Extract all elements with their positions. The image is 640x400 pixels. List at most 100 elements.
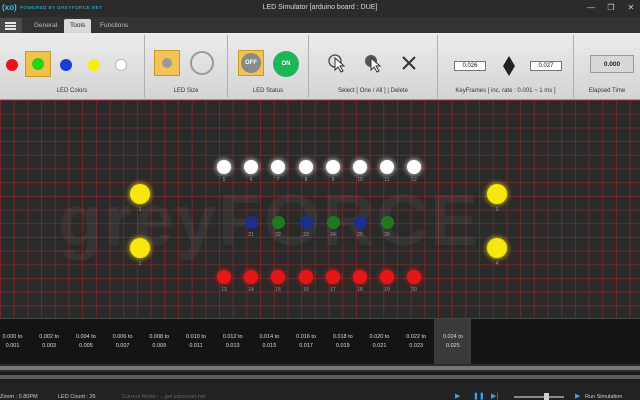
keyframe-end-field[interactable]: 0.027 (530, 61, 562, 71)
keyframe-cell[interactable]: 0.008 to 0.009 (141, 319, 178, 365)
led-5[interactable] (217, 160, 231, 174)
led-13[interactable] (217, 270, 231, 284)
led-4[interactable] (487, 238, 507, 258)
keyframe-start: 0.010 to (186, 334, 206, 340)
led-10[interactable] (353, 160, 367, 174)
led-17[interactable] (326, 270, 340, 284)
keyframe-cell[interactable]: 0.016 to 0.017 (288, 319, 325, 365)
led-15[interactable] (271, 270, 285, 284)
keyframe-end: 0.019 (335, 343, 350, 349)
horizontal-scrollbar[interactable] (0, 372, 640, 382)
run-simulation-button[interactable]: Run Simulation (585, 394, 622, 400)
led-label: 10 (357, 177, 363, 183)
keyframe-cell[interactable]: 0.004 to 0.005 (67, 319, 104, 365)
keyframe-start: 0.002 to (39, 334, 60, 340)
led-label: 21 (248, 231, 254, 238)
menu-icon[interactable] (0, 18, 22, 33)
tab-functions[interactable]: Functions (94, 19, 134, 33)
led-on-button[interactable]: ON (273, 51, 299, 77)
led-simulator-window: (xo) POWERED BY GREYFORCE.NET LED Simula… (0, 0, 640, 400)
title-bar: (xo) POWERED BY GREYFORCE.NET LED Simula… (0, 0, 640, 17)
keyframe-cell[interactable]: 0.022 to 0.023 (398, 319, 435, 365)
led-12[interactable] (407, 160, 421, 174)
keyframe-start-field[interactable]: 0.026 (454, 61, 486, 71)
keyframe-start: 0.004 to (75, 334, 96, 340)
keyframe-cell[interactable]: 0.000 to 0.001 (0, 319, 31, 365)
led-label: 16 (303, 287, 309, 293)
led-count: LED Count : 26 (58, 394, 96, 400)
led-14[interactable] (244, 270, 258, 284)
led-label: 3 (495, 207, 499, 213)
color-swatch-yellow[interactable] (88, 59, 100, 71)
keyframe-cell[interactable]: 0.012 to 0.013 (214, 319, 251, 365)
led-24[interactable] (326, 215, 340, 229)
keyframe-cell[interactable]: 0.018 to 0.019 (324, 319, 361, 365)
tab-tools[interactable]: Tools (64, 19, 92, 33)
select-one-icon[interactable] (326, 52, 348, 74)
led-23[interactable] (299, 215, 313, 229)
keyframe-cell[interactable]: 0.010 to 0.011 (178, 319, 215, 365)
led-26[interactable] (380, 215, 394, 229)
watermark: greyFORCE (58, 181, 481, 261)
led-3[interactable] (487, 184, 507, 204)
ribbon-tabs: General Tools Functions (0, 17, 640, 33)
delete-icon[interactable] (398, 52, 420, 74)
color-swatch-green[interactable] (32, 58, 44, 70)
led-off-button[interactable]: OFF (238, 50, 264, 76)
keyframe-cell[interactable]: 0.006 to 0.007 (104, 319, 141, 365)
elapsed-time-group: 0.000 Elapsed Time (574, 35, 640, 98)
led-21[interactable] (244, 215, 258, 229)
led-16[interactable] (299, 270, 313, 284)
led-label: 25 (357, 231, 363, 238)
status-bar: Zoom : 0.80PM LED Count : 26 Current Mod… (0, 382, 640, 400)
select-all-icon[interactable] (362, 52, 384, 74)
led-20[interactable] (407, 270, 421, 284)
close-button[interactable]: ✕ (626, 3, 636, 13)
elapsed-time-value: 0.000 (590, 55, 634, 73)
led-label: 22 (275, 231, 281, 238)
keyframe-cell[interactable]: 0.014 to 0.015 (251, 319, 288, 365)
keyframe-cell[interactable]: 0.020 to 0.021 (361, 319, 398, 365)
led-1[interactable] (130, 184, 150, 204)
led-22[interactable] (271, 215, 285, 229)
next-icon[interactable]: ▶| (491, 393, 500, 400)
speed-slider-thumb[interactable] (544, 393, 549, 400)
led-18[interactable] (353, 270, 367, 284)
keyframe-end: 0.025 (446, 343, 460, 349)
led-11[interactable] (380, 160, 394, 174)
tab-general[interactable]: General (28, 19, 63, 33)
led-25[interactable] (353, 215, 367, 229)
led-2[interactable] (130, 238, 150, 258)
led-8[interactable] (299, 160, 313, 174)
timeline-scrollbar[interactable] (0, 364, 640, 372)
color-swatch-red[interactable] (6, 59, 18, 71)
minimize-button[interactable]: — (586, 3, 596, 13)
led-label: 17 (330, 287, 336, 293)
led-7[interactable] (271, 160, 285, 174)
keyframe-start: 0.014 to (259, 334, 280, 340)
color-swatch-white[interactable] (115, 59, 127, 71)
led-canvas[interactable]: greyFORCE 1 2 3 4 5 6 7 8 9 10 11 12 21 22 23 24 25 26 13 1… (0, 100, 640, 318)
run-icon[interactable]: ▶ (575, 393, 581, 400)
keyframe-cell[interactable]: 0.002 to 0.003 (31, 319, 68, 365)
led-size-small-button[interactable] (154, 50, 180, 76)
led-label: 2 (138, 261, 142, 267)
keyframe-cell[interactable]: 0.024 to 0.025 (434, 319, 472, 365)
color-swatch-blue[interactable] (60, 59, 72, 71)
play-icon[interactable]: ▶ (455, 393, 464, 400)
diamond-icon[interactable] (502, 55, 516, 82)
led-6[interactable] (244, 160, 258, 174)
scrollbar-thumb[interactable] (0, 366, 640, 370)
led-label: 15 (275, 287, 281, 293)
pause-icon[interactable]: ❚❚ (473, 393, 485, 400)
restore-button[interactable]: ❐ (606, 3, 616, 13)
select-delete-label: Select [ One / All ] | Delete (338, 88, 408, 94)
led-size-large-button[interactable] (190, 51, 214, 75)
led-19[interactable] (380, 270, 394, 284)
led-9[interactable] (326, 160, 340, 174)
led-label: 13 (221, 287, 227, 293)
scrollbar-thumb[interactable] (0, 375, 640, 379)
speed-slider[interactable] (514, 396, 564, 398)
zoom-readout: Zoom : 0.80PM (0, 394, 38, 400)
led-colors-label: LED Colors (56, 88, 88, 94)
